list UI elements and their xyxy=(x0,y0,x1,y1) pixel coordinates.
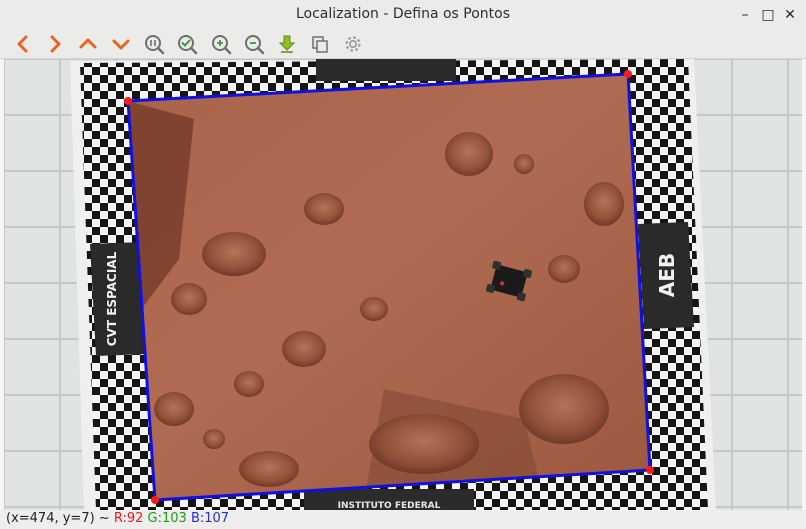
zoom-fit-icon xyxy=(178,35,198,55)
camera-image[interactable]: AEB CVT ESPACIAL INSTITUTO FEDERAL xyxy=(4,59,802,510)
zoom-fit-button[interactable] xyxy=(176,33,198,55)
copy-button[interactable] xyxy=(309,33,331,55)
zoom-out-button[interactable] xyxy=(243,33,265,55)
pixel-info: (x=474, y=7) ~ R:92 G:103 B:107 xyxy=(6,511,229,526)
pan-left-button[interactable] xyxy=(12,33,34,55)
settings-button[interactable] xyxy=(342,33,364,55)
pan-right-button[interactable] xyxy=(44,33,66,55)
zoom-reset-icon xyxy=(145,35,165,55)
corner-point[interactable] xyxy=(151,496,159,504)
corner-point[interactable] xyxy=(124,97,132,105)
save-button[interactable] xyxy=(276,33,298,55)
pan-left-icon xyxy=(17,35,28,53)
zoom-in-icon xyxy=(212,35,232,55)
pan-up-icon xyxy=(79,38,97,49)
zoom-reset-button[interactable] xyxy=(143,33,165,55)
corner-point[interactable] xyxy=(646,466,654,474)
instituto-federal-text: INSTITUTO FEDERAL xyxy=(338,501,441,510)
coordinate-readout: (x=474, y=7) ~ xyxy=(6,511,110,526)
pan-right-icon xyxy=(50,35,61,53)
minimize-button[interactable]: – xyxy=(735,4,755,26)
image-view[interactable]: AEB CVT ESPACIAL INSTITUTO FEDERAL xyxy=(4,59,802,510)
window-title: Localization - Defina os Pontos xyxy=(295,6,511,22)
red-value: R:92 xyxy=(113,511,144,526)
zoom-out-icon xyxy=(245,35,265,55)
pan-down-button[interactable] xyxy=(110,33,132,55)
green-value: G:103 xyxy=(147,511,187,526)
copy-icon xyxy=(312,36,328,53)
zoom-in-button[interactable] xyxy=(210,33,232,55)
pan-up-button[interactable] xyxy=(77,33,99,55)
blue-value: B:107 xyxy=(190,511,230,526)
close-button[interactable]: ✕ xyxy=(780,4,800,26)
cvt-espacial-logo-text: CVT ESPACIAL xyxy=(105,251,119,346)
toolbar xyxy=(0,30,806,59)
status-bar: (x=474, y=7) ~ R:92 G:103 B:107 xyxy=(0,510,806,529)
save-icon xyxy=(278,35,296,53)
pan-down-icon xyxy=(112,39,130,50)
corner-point[interactable] xyxy=(624,70,632,78)
title-bar: Localization - Defina os Pontos – □ ✕ xyxy=(0,0,806,30)
settings-icon xyxy=(345,36,361,52)
maximize-button[interactable]: □ xyxy=(758,4,778,26)
aeb-logo-text: AEB xyxy=(655,253,679,297)
